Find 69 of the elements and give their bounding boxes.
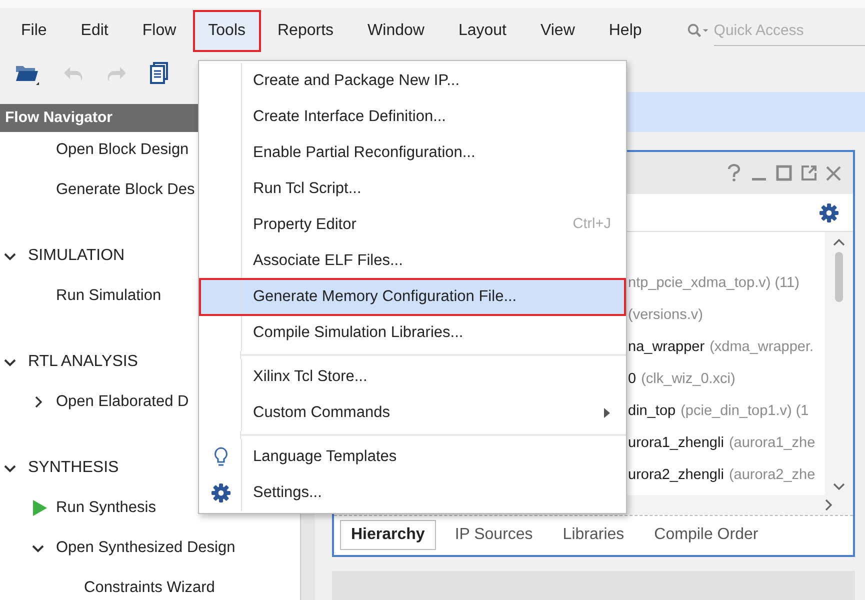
menu-item[interactable]: Window bbox=[350, 10, 442, 52]
menu-entry[interactable]: Settings... bbox=[200, 475, 625, 511]
navigator-item[interactable]: Run Synthesis bbox=[56, 496, 156, 520]
panel-title: Flow Navigator bbox=[0, 104, 200, 132]
menu-entry[interactable]: Enable Partial Reconfiguration... bbox=[200, 135, 625, 171]
source-name[interactable]: 0 bbox=[628, 369, 636, 391]
navigator-item[interactable]: Generate Block Des bbox=[56, 178, 195, 202]
menu-entry[interactable]: Compile Simulation Libraries... bbox=[200, 315, 625, 351]
source-file: (versions.v) bbox=[628, 306, 703, 326]
float-icon[interactable] bbox=[801, 165, 817, 181]
scroll-up-icon[interactable] bbox=[833, 238, 845, 246]
source-name[interactable]: urora1_zhengli bbox=[628, 433, 724, 455]
chevron-right-icon[interactable] bbox=[34, 396, 42, 408]
chevron-down-icon[interactable] bbox=[32, 544, 44, 552]
source-file: (clk_wiz_0.xci) bbox=[641, 370, 736, 390]
source-file: ntp_pcie_xdma_top.v) (11) bbox=[628, 274, 800, 294]
source-file: (pcie_din_top1.v) (1 bbox=[680, 402, 809, 422]
menu-entry[interactable]: Run Tcl Script... bbox=[200, 171, 625, 207]
menu-item[interactable]: Reports bbox=[260, 10, 351, 52]
section-heading: RTL ANALYSIS bbox=[28, 352, 138, 372]
menu-item[interactable]: Tools bbox=[193, 10, 260, 52]
source-file: (xdma_wrapper. bbox=[710, 338, 814, 358]
scroll-right-icon[interactable] bbox=[825, 498, 833, 511]
menu-item[interactable]: Layout bbox=[441, 10, 524, 52]
maximize-icon[interactable] bbox=[776, 165, 792, 181]
source-file: (aurora2_zhe bbox=[728, 466, 816, 486]
menu-entry[interactable]: Generate Memory Configuration File... bbox=[200, 279, 625, 315]
scroll-thumb[interactable] bbox=[835, 252, 843, 302]
chevron-down-icon[interactable] bbox=[4, 464, 16, 472]
menu-entry[interactable]: Xilinx Tcl Store... bbox=[200, 359, 625, 395]
panel-tab[interactable]: Hierarchy bbox=[340, 520, 436, 550]
section-heading: SYNTHESIS bbox=[28, 458, 119, 478]
source-file: (aurora1_zhe bbox=[728, 434, 816, 454]
search-icon bbox=[686, 22, 710, 40]
source-name[interactable]: na_wrapper bbox=[628, 337, 705, 359]
play-icon[interactable] bbox=[32, 499, 48, 517]
help-icon[interactable] bbox=[726, 164, 742, 182]
navigator-item[interactable]: Open Synthesized Design bbox=[56, 536, 236, 560]
chevron-down-icon[interactable] bbox=[4, 358, 16, 366]
navigator-item[interactable]: Open Block Design bbox=[56, 138, 189, 162]
navigator-item[interactable]: Constraints Wizard bbox=[84, 576, 215, 600]
close-icon[interactable] bbox=[826, 166, 841, 180]
menu-entry[interactable]: Language Templates bbox=[200, 439, 625, 475]
navigator-item[interactable]: Open Elaborated D bbox=[56, 390, 189, 414]
scroll-down-icon[interactable] bbox=[833, 482, 845, 491]
source-name[interactable]: din_top bbox=[628, 401, 676, 423]
menu-item[interactable]: View bbox=[523, 10, 592, 52]
shortcut-label: Ctrl+J bbox=[572, 215, 611, 234]
section-heading: SIMULATION bbox=[28, 246, 125, 266]
menu-item[interactable]: File bbox=[4, 10, 64, 52]
menu-entry[interactable]: Property Editor Ctrl+J bbox=[200, 207, 625, 243]
menu-item[interactable]: Flow bbox=[125, 10, 194, 52]
menu-item[interactable]: Edit bbox=[64, 10, 126, 52]
menu-entry[interactable]: Create Interface Definition... bbox=[200, 99, 625, 135]
lightbulb-icon bbox=[214, 447, 228, 467]
menu-item[interactable]: Help bbox=[592, 10, 659, 52]
menu-entry[interactable]: Custom Commands bbox=[200, 395, 625, 431]
navigator-item[interactable]: Run Simulation bbox=[56, 284, 162, 308]
source-name[interactable]: urora2_zhengli bbox=[628, 465, 724, 487]
settings-icon[interactable] bbox=[819, 202, 839, 222]
vertical-scrollbar[interactable] bbox=[825, 232, 853, 495]
panel-tab[interactable]: Libraries bbox=[552, 520, 636, 550]
panel-tab[interactable]: Compile Order bbox=[643, 520, 770, 550]
quick-access-field[interactable]: Quick Access bbox=[714, 16, 865, 46]
panel-tab[interactable]: IP Sources bbox=[444, 520, 544, 550]
chevron-down-icon[interactable] bbox=[4, 252, 16, 260]
document-icon[interactable] bbox=[150, 62, 169, 84]
settings-icon bbox=[210, 483, 230, 503]
menu-entry[interactable]: Create and Package New IP... bbox=[200, 63, 625, 99]
